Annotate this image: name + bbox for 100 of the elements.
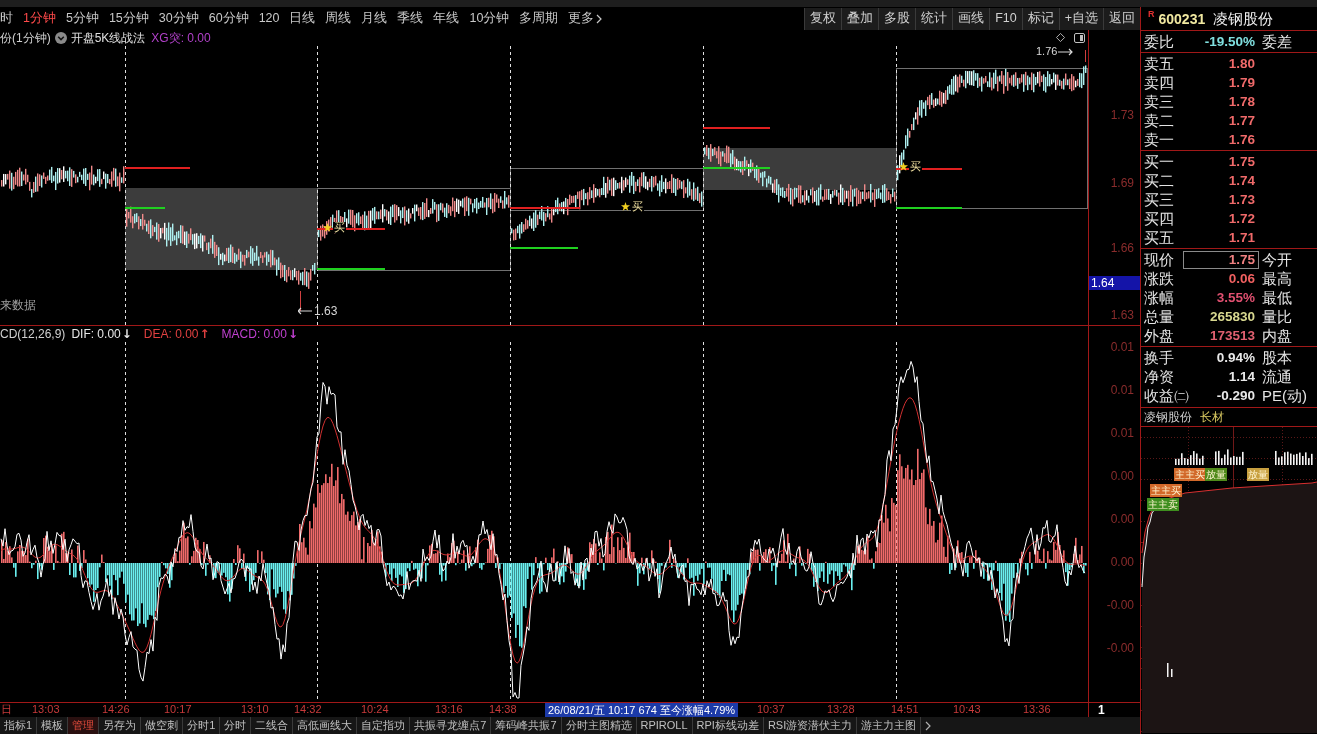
period-tab[interactable]: 年线 bbox=[433, 12, 460, 25]
period-tab[interactable]: 更多 bbox=[568, 12, 603, 25]
quote-value: 1.73 bbox=[1227, 190, 1256, 209]
time-label: 14:51 bbox=[891, 704, 919, 715]
stock-code: 600231 bbox=[1158, 11, 1206, 26]
indicator-tab[interactable]: 指标1 bbox=[0, 717, 38, 734]
quote-value: 1.74 bbox=[1227, 171, 1256, 190]
trend-arrow: ↓ bbox=[287, 328, 298, 340]
quote-value: 265830 bbox=[1208, 307, 1256, 326]
period-tab[interactable]: 周线 bbox=[325, 12, 352, 25]
quote-value: 1.14 bbox=[1227, 367, 1256, 386]
buy-signal-label: 买 bbox=[631, 201, 644, 212]
quote-value: 1.71 bbox=[1227, 228, 1256, 247]
period-tab[interactable]: 60分钟 bbox=[208, 12, 249, 25]
time-label: 13:16 bbox=[435, 704, 463, 715]
period-tab[interactable]: 30分钟 bbox=[158, 12, 199, 25]
diamond-icon[interactable] bbox=[1056, 33, 1065, 42]
axis-label: -0.00 bbox=[1106, 599, 1134, 611]
toolbar-button[interactable]: +自选 bbox=[1058, 7, 1103, 30]
quote-value: 1.80 bbox=[1227, 54, 1256, 73]
indicator-tab[interactable]: 筹码峰共振7 bbox=[491, 717, 562, 734]
quote-label: 买四 bbox=[1143, 211, 1175, 226]
indicator-tab[interactable]: 游主力主图 bbox=[857, 717, 922, 734]
period-tab[interactable]: 时 bbox=[0, 12, 13, 25]
quote-label: 换手 bbox=[1143, 350, 1175, 365]
cursor-tooltip: 26/08/21/五 10:17 674 至今涨幅4.79% bbox=[545, 703, 739, 717]
toolbar-button[interactable]: 叠加 bbox=[841, 7, 879, 30]
quote-label: 卖三 bbox=[1143, 94, 1175, 109]
period-tab[interactable]: 15分钟 bbox=[108, 12, 149, 25]
quote-value: 3.55% bbox=[1215, 288, 1256, 307]
indicator-tab[interactable]: RPI标线动差 bbox=[692, 717, 764, 734]
quote-label: 量比 bbox=[1261, 309, 1293, 324]
chevron-right-icon[interactable] bbox=[925, 720, 932, 731]
chevron-down-icon[interactable] bbox=[54, 32, 67, 44]
toolbar-button[interactable]: 返回 bbox=[1103, 7, 1140, 30]
quote-label: 最低 bbox=[1261, 290, 1293, 305]
period-tab[interactable]: 5分钟 bbox=[65, 12, 99, 25]
star-icon bbox=[323, 223, 332, 232]
axis-label: 0.01 bbox=[1110, 341, 1134, 353]
time-label: 13:03 bbox=[32, 704, 60, 715]
quote-value: 1.75 bbox=[1183, 250, 1259, 269]
period-tab[interactable]: 1分钟 bbox=[23, 12, 56, 25]
axis-label: 1.64 bbox=[1089, 276, 1140, 290]
toolbar-button[interactable]: 多股 bbox=[878, 7, 916, 30]
quote-label: 股本 bbox=[1261, 350, 1293, 365]
indicator-tab[interactable]: 自定指功 bbox=[357, 717, 411, 734]
chevron-right-icon bbox=[596, 13, 603, 24]
indicator-tab[interactable]: 高低画线大 bbox=[293, 717, 358, 734]
quote-label: 买三 bbox=[1143, 192, 1175, 207]
indicator-tab[interactable]: 共振寻龙缠点7 bbox=[410, 717, 492, 734]
quote-value: 0.06 bbox=[1227, 269, 1256, 288]
toolbar-button[interactable]: 画线 bbox=[952, 7, 990, 30]
indicator-tab[interactable]: RPIROLL bbox=[636, 717, 693, 734]
indicator-tab[interactable]: 分时主图精选 bbox=[561, 717, 637, 734]
low-price-label: 1.63 bbox=[314, 305, 338, 317]
indicator-tab[interactable]: 另存为 bbox=[99, 717, 142, 734]
indicator-tab[interactable]: 做空刺 bbox=[141, 717, 184, 734]
quote-label: 今开 bbox=[1261, 252, 1293, 267]
high-price-label: 1.76 bbox=[1036, 46, 1058, 57]
quote-label: 内盘 bbox=[1261, 328, 1293, 343]
data-note: 来数据 bbox=[0, 299, 36, 311]
indicator-tab[interactable]: 二线合 bbox=[251, 717, 294, 734]
quote-label: 卖四 bbox=[1143, 75, 1175, 90]
axis-label: 0.00 bbox=[1110, 556, 1134, 568]
period-tab[interactable]: 120 bbox=[258, 12, 280, 25]
time-label: 10:17 bbox=[164, 704, 192, 715]
quote-label: 卖二 bbox=[1143, 113, 1175, 128]
quote-value: 1.78 bbox=[1227, 92, 1256, 111]
time-label: 14:32 bbox=[294, 704, 322, 715]
quote-value: 1.76 bbox=[1227, 130, 1256, 149]
indicator-tab[interactable]: 分时 bbox=[220, 717, 252, 734]
indicator-title: CD(12,26,9) bbox=[0, 328, 66, 340]
star-icon bbox=[621, 202, 630, 211]
period-tab[interactable]: 10分钟 bbox=[469, 12, 510, 25]
axis-label: 1.73 bbox=[1109, 108, 1135, 122]
axis-label: 1.69 bbox=[1109, 176, 1135, 190]
period-tab[interactable]: 日线 bbox=[289, 12, 316, 25]
toolbar-button[interactable]: 统计 bbox=[915, 7, 953, 30]
quote-label: 买一 bbox=[1143, 154, 1175, 169]
period-tab[interactable]: 季线 bbox=[397, 12, 424, 25]
period-tab[interactable]: 月线 bbox=[361, 12, 388, 25]
indicator-tab[interactable]: 分时1 bbox=[183, 717, 221, 734]
quote-value: 1.77 bbox=[1227, 111, 1256, 130]
quote-label: 收益㈡ bbox=[1143, 388, 1189, 403]
quote-label: 净资 bbox=[1143, 369, 1175, 384]
toolbar-button[interactable]: F10 bbox=[989, 7, 1022, 30]
axis-label: -0.00 bbox=[1106, 642, 1134, 654]
indicator-tab[interactable]: 管理 bbox=[68, 717, 100, 734]
toolbar-button[interactable]: 标记 bbox=[1021, 7, 1059, 30]
time-label: 14:26 bbox=[102, 704, 130, 715]
indicator-name[interactable]: 开盘5K线战法 bbox=[70, 32, 146, 44]
period-tab[interactable]: 多周期 bbox=[519, 12, 559, 25]
quote-label: PE(动) bbox=[1261, 388, 1308, 403]
time-label: 10:43 bbox=[953, 704, 981, 715]
quote-label: 涨幅 bbox=[1143, 290, 1175, 305]
panel-toggle-icon[interactable] bbox=[1074, 33, 1085, 43]
toolbar-button[interactable]: 复权 bbox=[804, 7, 842, 30]
indicator-tab[interactable]: RSI游资潜伏主力 bbox=[763, 717, 858, 734]
quote-value: 0.94% bbox=[1215, 348, 1256, 367]
quote-label: 现价 bbox=[1143, 252, 1175, 267]
